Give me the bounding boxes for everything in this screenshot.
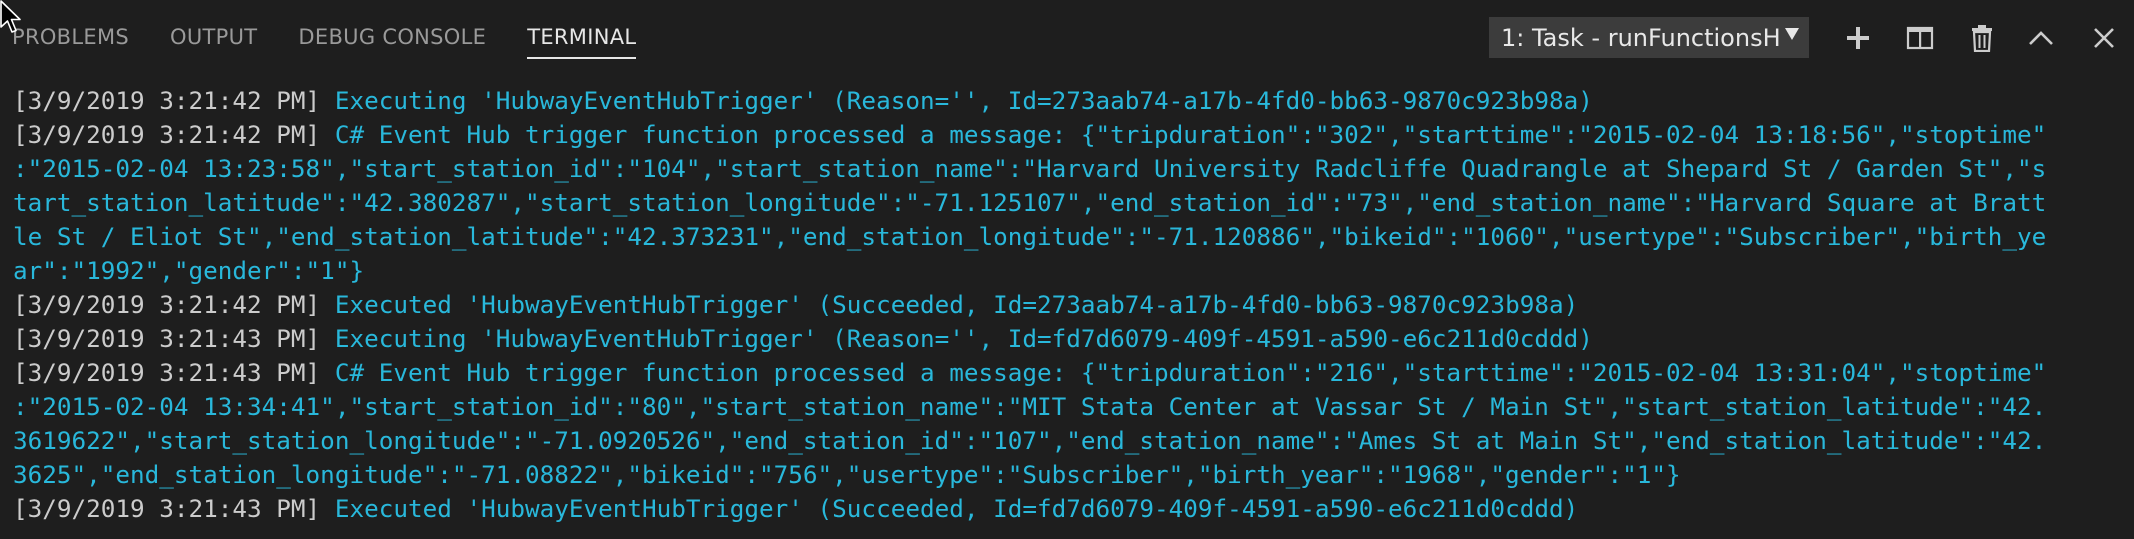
chevron-up-icon	[2029, 31, 2053, 45]
close-icon	[2094, 28, 2114, 48]
mouse-pointer-icon	[0, 0, 21, 33]
terminal-line: le St / Eliot St","end_station_latitude"…	[13, 220, 2123, 254]
terminal-line: :"2015-02-04 13:34:41","start_station_id…	[13, 390, 2123, 424]
tab-terminal[interactable]: TERMINAL	[527, 0, 637, 59]
tab-output[interactable]: OUTPUT	[170, 0, 257, 49]
log-timestamp: [3/9/2019 3:21:43 PM]	[13, 324, 335, 353]
log-message: :"2015-02-04 13:34:41","start_station_id…	[13, 392, 2047, 421]
log-message: Executing 'HubwayEventHubTrigger' (Reaso…	[334, 324, 1593, 353]
terminal-select-dropdown[interactable]: 1: Task - runFunctionsH	[1489, 17, 1809, 58]
log-timestamp: [3/9/2019 3:21:43 PM]	[13, 358, 335, 387]
terminal-line: [3/9/2019 3:21:42 PM] Executed 'HubwayEv…	[13, 288, 2123, 322]
log-message: tart_station_latitude":"42.380287","star…	[13, 188, 2047, 217]
terminal-line: 3625","end_station_longitude":"-71.08822…	[13, 458, 2123, 492]
tab-debug-console[interactable]: DEBUG CONSOLE	[298, 0, 486, 49]
log-timestamp: [3/9/2019 3:21:42 PM]	[13, 120, 335, 149]
log-timestamp: [3/9/2019 3:21:42 PM]	[13, 290, 335, 319]
log-timestamp: [3/9/2019 3:21:43 PM]	[13, 494, 335, 523]
kill-terminal-button[interactable]	[1964, 20, 2000, 56]
terminal-line: [3/9/2019 3:21:43 PM] Executed 'HubwayEv…	[13, 492, 2123, 526]
panel-tabs: PROBLEMS OUTPUT DEBUG CONSOLE TERMINAL	[12, 0, 677, 76]
log-message: 3619622","start_station_longitude":"-71.…	[13, 426, 2047, 455]
log-message: :"2015-02-04 13:23:58","start_station_id…	[13, 154, 2047, 183]
terminal-line: [3/9/2019 3:21:42 PM] C# Event Hub trigg…	[13, 118, 2123, 152]
split-icon	[1906, 26, 1934, 50]
close-panel-button[interactable]	[2086, 20, 2122, 56]
terminal-panel: PROBLEMS OUTPUT DEBUG CONSOLE TERMINAL 1…	[0, 0, 2134, 539]
log-message: Executed 'HubwayEventHubTrigger' (Succee…	[334, 494, 1579, 523]
terminal-line: [3/9/2019 3:21:43 PM] C# Event Hub trigg…	[13, 356, 2123, 390]
trash-icon	[1972, 25, 1992, 52]
terminal-output[interactable]: [3/9/2019 3:21:42 PM] Executing 'HubwayE…	[13, 84, 2123, 526]
log-message: C# Event Hub trigger function processed …	[334, 120, 2047, 149]
terminal-line: [3/9/2019 3:21:42 PM] Executing 'HubwayE…	[13, 84, 2123, 118]
terminal-line: tart_station_latitude":"42.380287","star…	[13, 186, 2123, 220]
log-message: Executing 'HubwayEventHubTrigger' (Reaso…	[334, 86, 1593, 115]
log-message: 3625","end_station_longitude":"-71.08822…	[13, 460, 1681, 489]
terminal-line: 3619622","start_station_longitude":"-71.…	[13, 424, 2123, 458]
log-timestamp: [3/9/2019 3:21:42 PM]	[13, 86, 335, 115]
terminal-line: :"2015-02-04 13:23:58","start_station_id…	[13, 152, 2123, 186]
log-message: C# Event Hub trigger function processed …	[334, 358, 2047, 387]
tab-problems[interactable]: PROBLEMS	[12, 0, 129, 49]
log-message: Executed 'HubwayEventHubTrigger' (Succee…	[334, 290, 1579, 319]
terminal-line: ar":"1992","gender":"1"}	[13, 254, 2123, 288]
caret-down-icon	[1785, 28, 1799, 40]
terminal-select-value: 1: Task - runFunctionsH	[1501, 23, 1779, 52]
log-message: le St / Eliot St","end_station_latitude"…	[13, 222, 2047, 251]
maximize-panel-button[interactable]	[2023, 20, 2059, 56]
terminal-line: [3/9/2019 3:21:43 PM] Executing 'HubwayE…	[13, 322, 2123, 356]
plus-icon	[1847, 27, 1869, 49]
panel-header: PROBLEMS OUTPUT DEBUG CONSOLE TERMINAL 1…	[0, 0, 2134, 76]
log-message: ar":"1992","gender":"1"}	[13, 256, 365, 285]
split-terminal-button[interactable]	[1902, 20, 1938, 56]
new-terminal-button[interactable]	[1840, 20, 1876, 56]
